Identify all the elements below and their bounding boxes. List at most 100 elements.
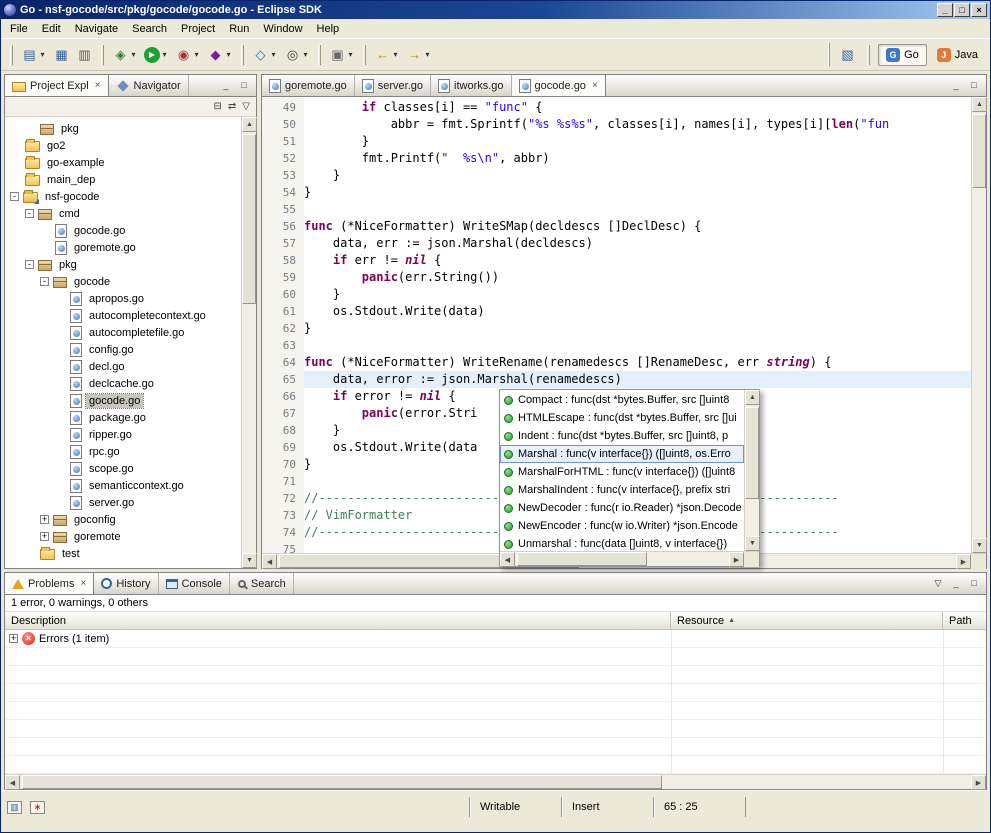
scroll-up-icon[interactable]: ▲ — [242, 117, 257, 132]
scroll-thumb[interactable] — [242, 134, 256, 304]
completion-item-newdecoder[interactable]: NewDecoder : func(r io.Reader) *json.Dec… — [500, 499, 744, 517]
save-button[interactable]: ▦ — [50, 43, 73, 67]
scroll-thumb[interactable] — [517, 552, 647, 566]
view-tab-problems[interactable]: Problems× — [5, 573, 94, 594]
view-tab-search[interactable]: Search — [230, 573, 294, 594]
link-with-editor-icon[interactable]: ⇄ — [228, 102, 236, 112]
dropdown-arrow-icon[interactable]: ▾ — [38, 50, 47, 59]
expand-icon[interactable]: + — [40, 532, 49, 541]
minimize-editor-icon[interactable]: _ — [948, 79, 964, 93]
scroll-up-icon[interactable]: ▲ — [745, 390, 760, 405]
tree-item-package-go[interactable]: package.go — [5, 409, 241, 426]
menu-window[interactable]: Window — [256, 20, 309, 38]
project-tree[interactable]: pkggo2go-examplemain_dep-nsf-gocode-cmdg… — [5, 117, 241, 568]
toolbar-grip[interactable] — [363, 45, 366, 65]
scroll-left-icon[interactable]: ◀ — [500, 552, 515, 567]
maximize-button[interactable]: □ — [954, 3, 970, 17]
completion-item-unmarshal[interactable]: Unmarshal : func(data []uint8, v interfa… — [500, 535, 744, 551]
perspective-java[interactable]: JJava — [929, 44, 986, 66]
tree-item-pkg[interactable]: -pkg — [5, 256, 241, 273]
popup-vscrollbar[interactable]: ▲ ▼ — [744, 390, 759, 551]
search-button[interactable]: ◎▾ — [281, 43, 313, 67]
external-tools-button[interactable]: ◆▾ — [204, 43, 236, 67]
editor-vscrollbar[interactable]: ▲ ▼ — [971, 97, 986, 553]
expand-icon[interactable]: + — [9, 634, 18, 643]
tree-item-gocode-go[interactable]: gocode.go — [5, 392, 241, 409]
toolbar-grip[interactable] — [101, 45, 104, 65]
forward-button[interactable]: →▾ — [403, 43, 435, 67]
dropdown-arrow-icon[interactable]: ▾ — [129, 50, 138, 59]
back-button[interactable]: ←▾ — [371, 43, 403, 67]
error-log-icon[interactable]: ∗ — [30, 801, 45, 814]
tree-item-go2[interactable]: go2 — [5, 137, 241, 154]
minimize-view-icon[interactable]: _ — [948, 577, 964, 591]
dropdown-arrow-icon[interactable]: ▾ — [224, 50, 233, 59]
completion-item-compact[interactable]: Compact : func(dst *bytes.Buffer, src []… — [500, 391, 744, 409]
completion-item-marshalforhtml[interactable]: MarshalForHTML : func(v interface{}) ([]… — [500, 463, 744, 481]
dropdown-arrow-icon[interactable]: ▾ — [160, 50, 169, 59]
new-wizard-button[interactable]: ▤▾ — [18, 43, 50, 67]
completion-item-indent[interactable]: Indent : func(dst *bytes.Buffer, src []u… — [500, 427, 744, 445]
scroll-thumb[interactable] — [745, 407, 759, 499]
maximize-editor-icon[interactable]: □ — [966, 79, 982, 93]
run-button[interactable]: ▶▾ — [141, 43, 172, 67]
scroll-right-icon[interactable]: ▶ — [971, 775, 986, 790]
problems-hscrollbar[interactable]: ◀ ▶ — [5, 774, 986, 789]
view-tab-navigator[interactable]: Navigator — [109, 75, 189, 96]
tree-item-declcache-go[interactable]: declcache.go — [5, 375, 241, 392]
completion-item-htmlescape[interactable]: HTMLEscape : func(dst *bytes.Buffer, src… — [500, 409, 744, 427]
tree-item-apropos-go[interactable]: apropos.go — [5, 290, 241, 307]
perspective-go[interactable]: GGo — [878, 44, 927, 66]
view-tab-console[interactable]: Console — [159, 573, 230, 594]
collapse-icon[interactable]: - — [40, 277, 49, 286]
column-header-path[interactable]: Path — [943, 612, 986, 629]
menu-run[interactable]: Run — [222, 20, 256, 38]
profile-button[interactable]: ◉▾ — [172, 43, 204, 67]
tree-item-ripper-go[interactable]: ripper.go — [5, 426, 241, 443]
view-tab-history[interactable]: History — [94, 573, 158, 594]
scroll-down-icon[interactable]: ▼ — [242, 553, 257, 568]
tree-item-cmd[interactable]: -cmd — [5, 205, 241, 222]
dropdown-arrow-icon[interactable]: ▾ — [269, 50, 278, 59]
tree-item-goremote-go[interactable]: goremote.go — [5, 239, 241, 256]
minimize-button[interactable]: _ — [937, 3, 953, 17]
tree-item-scope-go[interactable]: scope.go — [5, 460, 241, 477]
completion-item-newencoder[interactable]: NewEncoder : func(w io.Writer) *json.Enc… — [500, 517, 744, 535]
tree-item-config-go[interactable]: config.go — [5, 341, 241, 358]
tree-item-gocode[interactable]: -gocode — [5, 273, 241, 290]
print-button[interactable]: ▥ — [73, 43, 96, 67]
menu-navigate[interactable]: Navigate — [68, 20, 125, 38]
scroll-thumb[interactable] — [22, 775, 662, 789]
scroll-down-icon[interactable]: ▼ — [972, 538, 987, 553]
menu-project[interactable]: Project — [174, 20, 222, 38]
scroll-up-icon[interactable]: ▲ — [972, 97, 987, 112]
tree-item-server-go[interactable]: server.go — [5, 494, 241, 511]
tree-item-decl-go[interactable]: decl.go — [5, 358, 241, 375]
dropdown-arrow-icon[interactable]: ▾ — [391, 50, 400, 59]
collapse-icon[interactable]: - — [10, 192, 19, 201]
tree-item-test[interactable]: test — [5, 545, 241, 562]
scroll-right-icon[interactable]: ▶ — [956, 554, 971, 569]
view-menu-icon[interactable]: ▽ — [242, 102, 250, 112]
tree-item-nsf-gocode[interactable]: -nsf-gocode — [5, 188, 241, 205]
menu-help[interactable]: Help — [310, 20, 347, 38]
scroll-right-icon[interactable]: ▶ — [729, 552, 744, 567]
toolbar-grip[interactable] — [10, 45, 13, 65]
dropdown-arrow-icon[interactable]: ▾ — [423, 50, 432, 59]
scroll-left-icon[interactable]: ◀ — [262, 554, 277, 569]
collapse-icon[interactable]: - — [25, 260, 34, 269]
tree-item-goremote[interactable]: +goremote — [5, 528, 241, 545]
view-menu-icon[interactable]: ▽ — [930, 577, 946, 591]
tree-item-goconfig[interactable]: +goconfig — [5, 511, 241, 528]
close-button[interactable]: × — [971, 3, 987, 17]
maximize-view-icon[interactable]: □ — [966, 577, 982, 591]
open-task-button[interactable]: ▣▾ — [326, 43, 358, 67]
tree-item-rpc-go[interactable]: rpc.go — [5, 443, 241, 460]
tree-item-pkg[interactable]: pkg — [5, 120, 241, 137]
view-tab-project-expl[interactable]: Project Expl× — [5, 75, 109, 96]
tree-item-semanticcontext-go[interactable]: semanticcontext.go — [5, 477, 241, 494]
editor-tab-server-go[interactable]: server.go — [355, 75, 431, 96]
close-icon[interactable]: × — [95, 80, 101, 91]
tree-item-autocompletecontext-go[interactable]: autocompletecontext.go — [5, 307, 241, 324]
collapse-all-icon[interactable]: ⊟ — [214, 102, 222, 112]
